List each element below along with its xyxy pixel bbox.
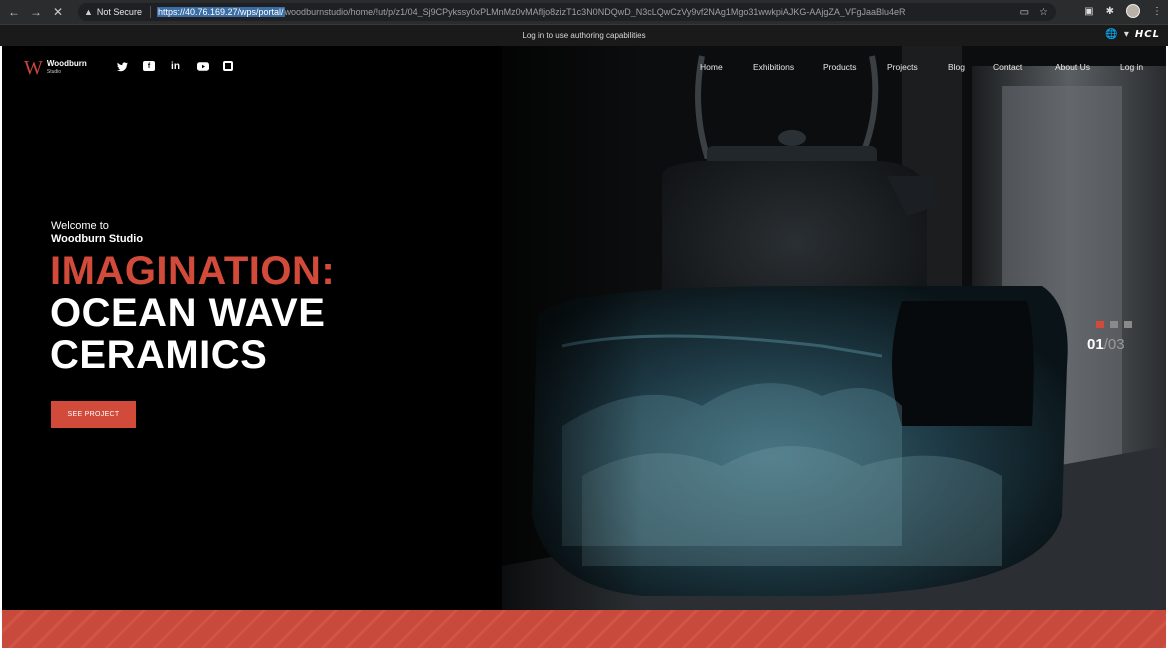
slide-current: 01 (1087, 336, 1104, 353)
logo-mark: W (24, 57, 43, 79)
nav-login[interactable]: Log in (1120, 62, 1143, 72)
hero-welcome: Welcome to Woodburn Studio (51, 220, 143, 246)
authoring-bar: Log in to use authoring capabilities 🌐 ▾… (0, 24, 1168, 46)
address-icons: ▭ ☆ (1020, 3, 1048, 21)
url-rest: woodburnstudio/home/!ut/p/z1/04_Sj9CPyks… (284, 7, 906, 17)
social-links: f in (116, 60, 233, 73)
see-project-button[interactable]: SEE PROJECT (51, 401, 136, 428)
address-bar[interactable]: ▲ Not Secure https://40.76.169.27/wps/po… (78, 3, 1056, 21)
slide-dot-1[interactable] (1096, 321, 1104, 328)
hero-section: W Woodburn Studio f in Home Exhibitions … (2, 46, 1166, 610)
brand-subtitle: Studio (46, 69, 62, 75)
browser-toolbar: ← → ✕ ▲ Not Secure https://40.76.169.27/… (0, 0, 1168, 24)
headline-line-1: OCEAN WAVE (50, 291, 326, 335)
brand-name: Woodburn (46, 59, 87, 68)
extension-icons: ▣ ✱ ⋮ (1084, 4, 1162, 18)
site-header: W Woodburn Studio f in Home Exhibitions … (2, 46, 1166, 88)
headline-line-2: CERAMICS (50, 333, 268, 377)
globe-icon[interactable]: 🌐 (1105, 29, 1117, 40)
facebook-icon[interactable]: f (143, 61, 155, 71)
twitter-icon[interactable] (116, 60, 129, 73)
welcome-studio: Woodburn Studio (51, 233, 144, 245)
warning-icon: ▲ (84, 7, 93, 17)
profile-avatar[interactable] (1126, 4, 1140, 18)
authoring-controls: 🌐 ▾ HCL (1105, 29, 1160, 40)
cast-icon[interactable]: ▭ (1020, 7, 1029, 18)
youtube-icon[interactable] (196, 60, 209, 73)
section-band (2, 610, 1166, 648)
address-divider (149, 6, 151, 18)
slider-dots (1096, 321, 1132, 328)
logo-text: Woodburn Studio (47, 60, 87, 76)
extension-icon[interactable]: ▣ (1084, 6, 1093, 17)
back-icon[interactable]: ← (6, 4, 22, 20)
nav-products[interactable]: Products (823, 62, 857, 72)
nav-about-us[interactable]: About Us (1055, 62, 1090, 72)
hcl-logo: HCL (1134, 29, 1160, 40)
puzzle-icon[interactable]: ✱ (1106, 6, 1114, 17)
instagram-icon[interactable] (223, 61, 233, 71)
stop-icon[interactable]: ✕ (50, 4, 66, 20)
authoring-message: Log in to use authoring capabilities (522, 31, 646, 40)
star-icon[interactable]: ☆ (1039, 7, 1048, 18)
security-label: Not Secure (96, 7, 142, 17)
url-highlight: https://40.76.169.27/wps/portal/ (156, 7, 285, 17)
nav-home[interactable]: Home (700, 62, 723, 72)
nav-contact[interactable]: Contact (993, 62, 1022, 72)
chevron-down-icon[interactable]: ▾ (1124, 29, 1129, 40)
headline-accent: IMAGINATION: (50, 249, 336, 293)
site-logo[interactable]: W Woodburn Studio (24, 58, 87, 78)
menu-kebab-icon[interactable]: ⋮ (1152, 6, 1162, 17)
nav-blog[interactable]: Blog (948, 62, 965, 72)
welcome-line: Welcome to (51, 220, 109, 232)
slide-dot-2[interactable] (1110, 321, 1118, 328)
slide-counter: 01/03 (1087, 336, 1125, 353)
slide-dot-3[interactable] (1124, 321, 1132, 328)
linkedin-icon[interactable]: in (169, 60, 182, 73)
nav-exhibitions[interactable]: Exhibitions (753, 62, 794, 72)
nav-projects[interactable]: Projects (887, 62, 918, 72)
slide-total: 03 (1107, 336, 1125, 353)
forward-icon[interactable]: → (28, 4, 44, 20)
